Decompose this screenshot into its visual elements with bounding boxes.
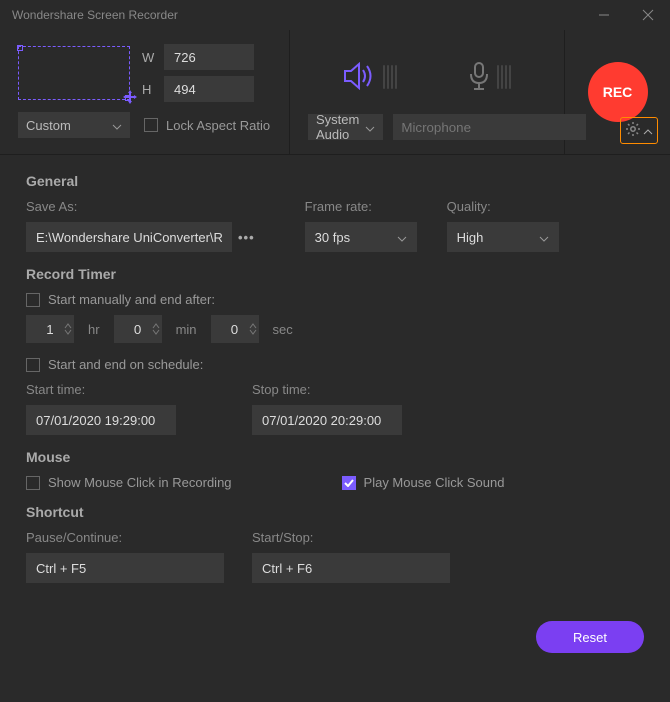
window-controls: [594, 5, 658, 25]
hr-unit: hr: [88, 322, 100, 337]
reset-label: Reset: [573, 630, 607, 645]
chevron-down-icon: [539, 230, 549, 245]
reset-button[interactable]: Reset: [536, 621, 644, 653]
move-icon: [123, 90, 137, 107]
settings-toggle[interactable]: [620, 117, 658, 144]
show-click-label: Show Mouse Click in Recording: [48, 475, 232, 490]
chevron-up-icon: [643, 123, 653, 138]
shortcut-heading: Shortcut: [26, 504, 644, 520]
startstop-label: Start/Stop:: [252, 530, 450, 545]
record-label: REC: [603, 84, 633, 100]
pause-shortcut-input[interactable]: [26, 553, 224, 583]
startstop-shortcut-input[interactable]: [252, 553, 450, 583]
min-unit: min: [176, 322, 197, 337]
minimize-button[interactable]: [594, 5, 614, 25]
record-section: REC: [565, 30, 670, 154]
width-label: W: [142, 50, 156, 65]
quality-value: High: [457, 230, 484, 245]
microphone-dropdown[interactable]: [393, 114, 586, 140]
show-click-checkbox[interactable]: [26, 476, 40, 490]
save-as-input[interactable]: [26, 222, 232, 252]
chevron-down-icon: [365, 120, 375, 135]
frame-rate-label: Frame rate:: [305, 199, 417, 214]
capture-area-section: W H Custom Lock Aspect Ratio: [0, 30, 290, 154]
schedule-checkbox[interactable]: [26, 358, 40, 372]
pause-label: Pause/Continue:: [26, 530, 224, 545]
capture-region-preview[interactable]: [18, 46, 130, 100]
general-heading: General: [26, 173, 644, 189]
area-preset-value: Custom: [26, 118, 71, 133]
timer-heading: Record Timer: [26, 266, 644, 282]
mic-level: [497, 65, 511, 89]
start-time-label: Start time:: [26, 382, 176, 397]
footer: Reset: [0, 621, 670, 653]
speaker-icon: [343, 62, 377, 93]
frame-rate-dropdown[interactable]: 30 fps: [305, 222, 417, 252]
settings-panel: General Save As: ••• Frame rate: 30 fps …: [0, 155, 670, 605]
play-sound-label: Play Mouse Click Sound: [364, 475, 505, 490]
sec-unit: sec: [273, 322, 293, 337]
start-manual-label: Start manually and end after:: [48, 292, 215, 307]
save-as-label: Save As:: [26, 199, 255, 214]
app-title: Wondershare Screen Recorder: [12, 8, 178, 22]
stop-time-label: Stop time:: [252, 382, 402, 397]
width-input[interactable]: [164, 44, 254, 70]
close-button[interactable]: [638, 5, 658, 25]
browse-button[interactable]: •••: [238, 230, 255, 245]
microphone-icon: [467, 61, 491, 94]
step-down[interactable]: [249, 329, 257, 335]
step-down[interactable]: [152, 329, 160, 335]
titlebar: Wondershare Screen Recorder: [0, 0, 670, 30]
height-label: H: [142, 82, 156, 97]
play-sound-checkbox[interactable]: [342, 476, 356, 490]
chevron-down-icon: [112, 118, 122, 133]
stop-time-input[interactable]: [252, 405, 402, 435]
chevron-down-icon: [397, 230, 407, 245]
area-preset-dropdown[interactable]: Custom: [18, 112, 130, 138]
quality-label: Quality:: [447, 199, 559, 214]
lock-aspect-checkbox[interactable]: [144, 118, 158, 132]
start-manual-checkbox[interactable]: [26, 293, 40, 307]
start-time-input[interactable]: [26, 405, 176, 435]
frame-rate-value: 30 fps: [315, 230, 350, 245]
step-down[interactable]: [64, 329, 72, 335]
record-button[interactable]: REC: [588, 62, 648, 122]
system-audio-value: System Audio: [316, 112, 359, 142]
schedule-label: Start and end on schedule:: [48, 357, 203, 372]
quality-dropdown[interactable]: High: [447, 222, 559, 252]
audio-section: System Audio: [290, 30, 565, 154]
top-panel: W H Custom Lock Aspect Ratio: [0, 30, 670, 155]
lock-aspect-label: Lock Aspect Ratio: [166, 118, 270, 133]
mouse-heading: Mouse: [26, 449, 644, 465]
gear-icon: [625, 121, 641, 140]
system-audio-level: [383, 65, 397, 89]
height-input[interactable]: [164, 76, 254, 102]
system-audio-dropdown[interactable]: System Audio: [308, 114, 383, 140]
